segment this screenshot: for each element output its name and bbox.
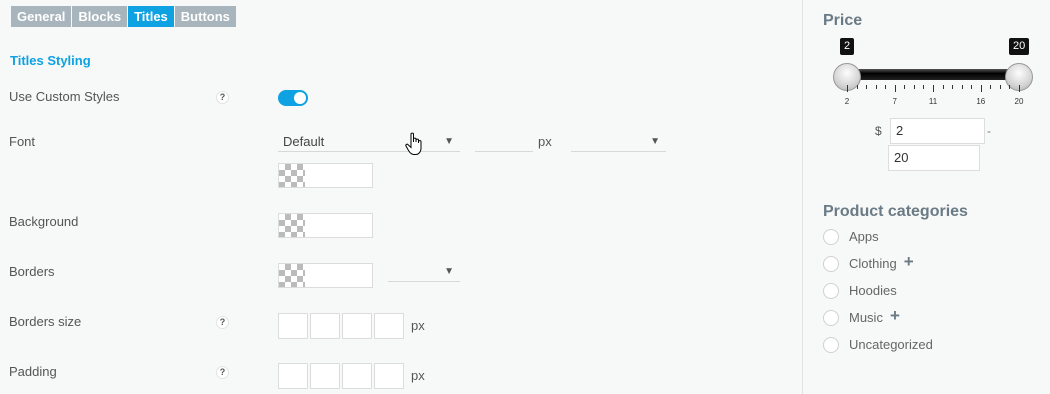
slider-tick bbox=[923, 85, 925, 89]
slider-tick bbox=[856, 85, 858, 89]
borders-size-unit: px bbox=[411, 318, 425, 333]
settings-tabs: General Blocks Titles Buttons bbox=[11, 6, 237, 27]
tab-general[interactable]: General bbox=[11, 6, 72, 27]
price-max-input[interactable]: 20 bbox=[888, 145, 980, 171]
expand-plus-icon[interactable]: + bbox=[890, 307, 900, 324]
borders-size-right-input[interactable] bbox=[310, 313, 340, 339]
section-title: Titles Styling bbox=[10, 53, 91, 68]
background-color-picker[interactable] bbox=[278, 213, 373, 238]
slider-tick bbox=[980, 85, 982, 92]
category-label: Hoodies bbox=[849, 283, 897, 298]
transparent-swatch-icon bbox=[279, 164, 305, 187]
category-radio[interactable] bbox=[823, 337, 839, 353]
slider-tick bbox=[866, 85, 868, 89]
padding-right-input[interactable] bbox=[310, 363, 340, 389]
toggle-knob bbox=[294, 92, 306, 104]
settings-panel: General Blocks Titles Buttons Titles Sty… bbox=[0, 0, 802, 394]
padding-unit: px bbox=[411, 368, 425, 383]
font-weight-select[interactable]: ▼ bbox=[571, 132, 666, 152]
tab-titles[interactable]: Titles bbox=[128, 6, 174, 27]
slider-tick-label: 16 bbox=[976, 97, 986, 106]
categories-widget-title: Product categories bbox=[823, 203, 968, 220]
slider-tick-label: 20 bbox=[1014, 97, 1024, 106]
price-widget-title: Price bbox=[823, 12, 863, 29]
font-family-select[interactable]: Default ▼ bbox=[278, 132, 460, 152]
category-label: Clothing bbox=[849, 256, 897, 271]
chevron-down-icon: ▼ bbox=[650, 136, 660, 147]
slider-tick bbox=[1019, 85, 1020, 92]
borders-size-bottom-input[interactable] bbox=[342, 313, 372, 339]
slider-tick bbox=[885, 85, 887, 89]
slider-track bbox=[847, 69, 1019, 80]
borders-size-label: Borders size bbox=[9, 314, 82, 329]
slider-tick bbox=[875, 85, 877, 89]
slider-tick bbox=[1009, 85, 1011, 89]
borders-color-picker[interactable] bbox=[278, 263, 373, 288]
price-max-badge: 20 bbox=[1009, 38, 1030, 55]
padding-bottom-input[interactable] bbox=[342, 363, 372, 389]
font-size-input[interactable] bbox=[475, 132, 533, 152]
category-label: Uncategorized bbox=[849, 337, 933, 352]
slider-ticks bbox=[847, 85, 1020, 93]
category-item[interactable]: Clothing + bbox=[823, 253, 933, 282]
preview-sidebar: Price 2 20 2 7 11 16 20 $ 2 - 20 Product cat… bbox=[803, 0, 1050, 394]
custom-styles-toggle[interactable] bbox=[278, 90, 308, 106]
slider-tick bbox=[894, 85, 896, 92]
category-radio[interactable] bbox=[823, 229, 839, 245]
slider-tick-label: 7 bbox=[892, 97, 897, 106]
tab-buttons[interactable]: Buttons bbox=[174, 6, 236, 27]
slider-tick bbox=[933, 85, 934, 92]
borders-size-top-input[interactable] bbox=[278, 313, 308, 339]
slider-tick-label: 2 bbox=[844, 97, 850, 106]
category-item[interactable]: Hoodies bbox=[823, 282, 933, 309]
chevron-down-icon: ▼ bbox=[444, 266, 454, 277]
category-radio[interactable] bbox=[823, 310, 839, 326]
slider-tick bbox=[999, 85, 1001, 89]
price-separator: - bbox=[987, 124, 991, 138]
custom-styles-help-icon[interactable]: ? bbox=[216, 91, 229, 104]
currency-symbol: $ bbox=[875, 124, 882, 138]
slider-tick bbox=[971, 85, 973, 89]
transparent-swatch-icon bbox=[279, 264, 305, 287]
font-size-unit: px bbox=[538, 134, 552, 149]
font-color-picker[interactable] bbox=[278, 163, 373, 188]
slider-tick bbox=[847, 85, 848, 92]
borders-size-left-input[interactable] bbox=[374, 313, 404, 339]
borders-size-help-icon[interactable]: ? bbox=[216, 316, 229, 329]
hand-cursor-icon bbox=[405, 132, 422, 155]
slider-tick bbox=[913, 85, 915, 89]
slider-tick bbox=[942, 85, 944, 89]
chevron-down-icon: ▼ bbox=[444, 136, 454, 147]
expand-plus-icon[interactable]: + bbox=[904, 253, 914, 270]
transparent-swatch-icon bbox=[279, 214, 305, 237]
font-family-value: Default bbox=[283, 134, 325, 149]
category-label: Music bbox=[849, 310, 883, 325]
slider-tick bbox=[961, 85, 963, 89]
slider-tick bbox=[990, 85, 992, 89]
tab-blocks[interactable]: Blocks bbox=[72, 6, 128, 27]
category-item[interactable]: Music + bbox=[823, 307, 933, 336]
category-item[interactable]: Uncategorized bbox=[823, 336, 933, 363]
category-radio[interactable] bbox=[823, 283, 839, 299]
custom-styles-label: Use Custom Styles bbox=[9, 89, 120, 104]
price-range-slider[interactable]: 2 20 2 7 11 16 20 bbox=[833, 38, 1033, 113]
background-label: Background bbox=[9, 214, 79, 229]
padding-label: Padding bbox=[9, 364, 57, 379]
padding-help-icon[interactable]: ? bbox=[216, 366, 229, 379]
price-min-badge: 2 bbox=[840, 38, 855, 55]
borders-style-select[interactable]: ▼ bbox=[388, 262, 460, 282]
price-min-input[interactable]: 2 bbox=[890, 118, 985, 144]
category-item[interactable]: Apps bbox=[823, 228, 933, 255]
padding-top-input[interactable] bbox=[278, 363, 308, 389]
slider-tick-label: 11 bbox=[928, 97, 938, 106]
font-label: Font bbox=[9, 134, 36, 149]
category-radio[interactable] bbox=[823, 256, 839, 272]
slider-tick bbox=[904, 85, 906, 89]
slider-tick bbox=[952, 85, 954, 89]
padding-left-input[interactable] bbox=[374, 363, 404, 389]
category-label: Apps bbox=[849, 229, 879, 244]
category-list: Apps Clothing + Hoodies Music + Uncategorized bbox=[823, 228, 933, 363]
borders-label: Borders bbox=[9, 264, 55, 279]
